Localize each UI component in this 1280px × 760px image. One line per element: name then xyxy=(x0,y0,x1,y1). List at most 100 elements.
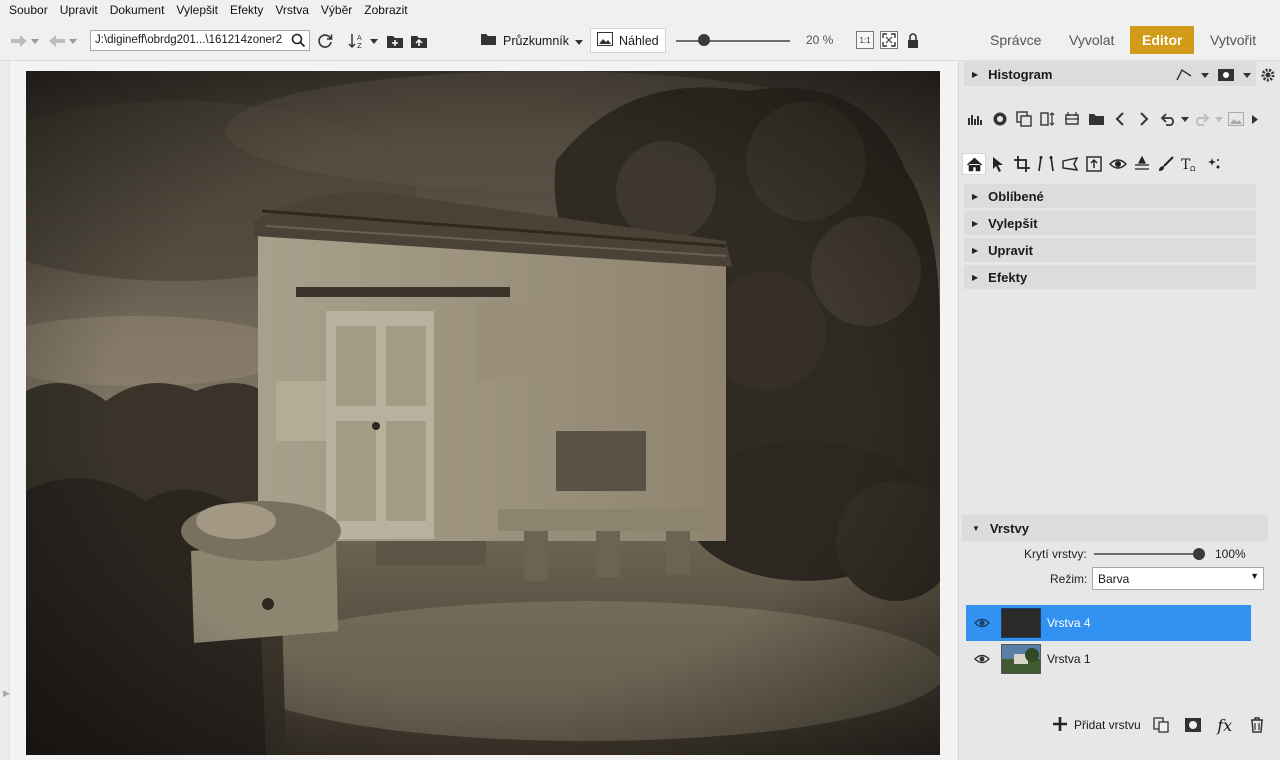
mode-tab-vyvolat[interactable]: Vyvolat xyxy=(1057,26,1126,54)
opacity-value: 100% xyxy=(1215,547,1246,561)
expand-triangle-icon: ▶ xyxy=(972,245,979,255)
mode-tab-spravce[interactable]: Správce xyxy=(978,26,1053,54)
layer-row-vrstva-4[interactable]: Vrstva 4 xyxy=(966,605,1251,641)
layers-header[interactable]: ▼ Vrstvy xyxy=(962,515,1268,541)
folder-up-icon[interactable] xyxy=(408,30,430,52)
explorer-label: Průzkumník xyxy=(503,33,569,48)
visibility-eye-icon[interactable] xyxy=(966,618,998,628)
histogram-title: Histogram xyxy=(988,66,1053,82)
red-eye-icon[interactable] xyxy=(1106,153,1130,175)
expand-left-panel-icon[interactable]: ▶ xyxy=(3,688,10,699)
explorer-dropdown-icon[interactable] xyxy=(575,34,583,48)
effects-stars-icon[interactable] xyxy=(1202,153,1226,175)
edited-photo[interactable] xyxy=(26,71,940,755)
undo-icon[interactable] xyxy=(1156,108,1180,130)
lock-icon[interactable] xyxy=(903,30,923,52)
layer-thumbnail xyxy=(1001,608,1041,638)
retouch-icon[interactable] xyxy=(1130,153,1154,175)
expand-triangle-icon: ▶ xyxy=(972,272,979,282)
mode-tab-vytvorit[interactable]: Vytvořit xyxy=(1198,26,1268,54)
back-arrow-icon[interactable] xyxy=(46,32,68,50)
resize-icon[interactable] xyxy=(1036,108,1060,130)
camera-dropdown-icon[interactable] xyxy=(1242,64,1252,86)
opacity-slider-track[interactable] xyxy=(1094,553,1200,555)
home-icon[interactable] xyxy=(962,153,986,175)
section-vylepsit[interactable]: ▶ Vylepšit xyxy=(964,211,1256,235)
chevron-down-icon: ▼ xyxy=(1250,571,1259,581)
preview-button[interactable]: Náhled xyxy=(590,28,666,53)
crop-icon[interactable] xyxy=(1010,153,1034,175)
visibility-eye-icon[interactable] xyxy=(966,654,998,664)
settings-gear-icon[interactable] xyxy=(1256,64,1280,86)
delete-layer-icon[interactable] xyxy=(1245,714,1269,736)
open-folder-icon[interactable] xyxy=(1084,108,1108,130)
zoom-slider-track[interactable] xyxy=(676,40,790,42)
menu-efekty[interactable]: Efekty xyxy=(224,3,269,17)
levels-icon[interactable] xyxy=(964,108,988,130)
menu-vylepsit[interactable]: Vylepšit xyxy=(170,3,224,17)
sort-icon[interactable]: AZ xyxy=(346,30,368,52)
duplicate-layer-icon[interactable] xyxy=(1149,714,1173,736)
fit-screen-icon[interactable] xyxy=(880,31,898,49)
export-image-icon[interactable] xyxy=(1224,108,1248,130)
copy-icon[interactable] xyxy=(1012,108,1036,130)
mode-tab-editor[interactable]: Editor xyxy=(1130,26,1195,54)
menu-upravit[interactable]: Upravit xyxy=(54,3,104,17)
selection-arrow-icon[interactable] xyxy=(986,153,1010,175)
channel-dropdown-icon[interactable] xyxy=(1200,64,1210,86)
section-oblibene[interactable]: ▶ Oblíbené xyxy=(964,184,1256,208)
layer-mask-icon[interactable] xyxy=(1181,714,1205,736)
toolbar: J:\digineff\obrdg201...\161214zoner2 AZ … xyxy=(0,20,1280,61)
refresh-icon[interactable] xyxy=(314,30,336,52)
path-input[interactable]: J:\digineff\obrdg201...\161214zoner2 xyxy=(90,30,310,51)
sort-dropdown-icon[interactable] xyxy=(368,34,380,48)
menu-vyber[interactable]: Výběr xyxy=(315,3,358,17)
previous-icon[interactable] xyxy=(1108,108,1132,130)
menu-soubor[interactable]: Soubor xyxy=(3,3,54,17)
left-panel-strip[interactable] xyxy=(0,61,10,760)
layers-bottom-bar: Přidat vrstvu fx xyxy=(1052,712,1269,738)
expand-triangle-icon: ▶ xyxy=(972,69,979,79)
path-text: J:\digineff\obrdg201...\161214zoner2 xyxy=(95,34,283,46)
camera-icon[interactable] xyxy=(1214,64,1238,86)
forward-dropdown-icon[interactable] xyxy=(30,34,40,48)
layer-row-vrstva-1[interactable]: Vrstva 1 xyxy=(966,641,1251,677)
redo-icon[interactable] xyxy=(1190,108,1214,130)
actual-size-button[interactable]: 1:1 xyxy=(856,31,874,49)
section-efekty[interactable]: ▶ Efekty xyxy=(964,265,1256,289)
aperture-icon[interactable] xyxy=(988,108,1012,130)
opacity-slider-knob[interactable] xyxy=(1193,548,1205,560)
search-icon[interactable] xyxy=(291,33,306,50)
layer-thumbnail xyxy=(1001,644,1041,674)
add-layer-button[interactable]: Přidat vrstvu xyxy=(1052,716,1141,735)
explorer-button[interactable]: Průzkumník xyxy=(474,28,589,53)
editor-tools-row: TΩ xyxy=(962,153,1226,175)
layer-name: Vrstva 1 xyxy=(1047,652,1091,666)
layer-name: Vrstva 4 xyxy=(1047,616,1091,630)
plus-icon xyxy=(1052,716,1068,735)
section-label: Upravit xyxy=(988,242,1033,258)
collapse-triangle-icon: ▼ xyxy=(972,523,980,533)
blend-mode-label: Režim: xyxy=(1050,572,1088,586)
menu-vrstva[interactable]: Vrstva xyxy=(269,3,315,17)
section-upravit[interactable]: ▶ Upravit xyxy=(964,238,1256,262)
perspective-icon[interactable] xyxy=(1034,153,1058,175)
next-icon[interactable] xyxy=(1132,108,1156,130)
redo-dropdown-icon[interactable] xyxy=(1214,108,1224,130)
more-tools-icon[interactable] xyxy=(1248,108,1262,130)
brush-icon[interactable] xyxy=(1154,153,1178,175)
menu-dokument[interactable]: Dokument xyxy=(104,3,171,17)
flag-icon[interactable] xyxy=(1058,153,1082,175)
undo-dropdown-icon[interactable] xyxy=(1180,108,1190,130)
histogram-channel-icon[interactable] xyxy=(1172,64,1196,86)
canvas-size-icon[interactable] xyxy=(1060,108,1084,130)
layer-effects-button[interactable]: fx xyxy=(1213,714,1237,736)
back-dropdown-icon[interactable] xyxy=(68,34,78,48)
zoom-slider-knob[interactable] xyxy=(698,34,710,46)
straighten-icon[interactable] xyxy=(1082,153,1106,175)
blend-mode-select[interactable]: Barva ▼ xyxy=(1092,567,1264,590)
menu-zobrazit[interactable]: Zobrazit xyxy=(358,3,413,17)
new-folder-icon[interactable] xyxy=(384,30,406,52)
text-icon[interactable]: TΩ xyxy=(1178,153,1202,175)
forward-arrow-icon[interactable] xyxy=(8,32,30,50)
